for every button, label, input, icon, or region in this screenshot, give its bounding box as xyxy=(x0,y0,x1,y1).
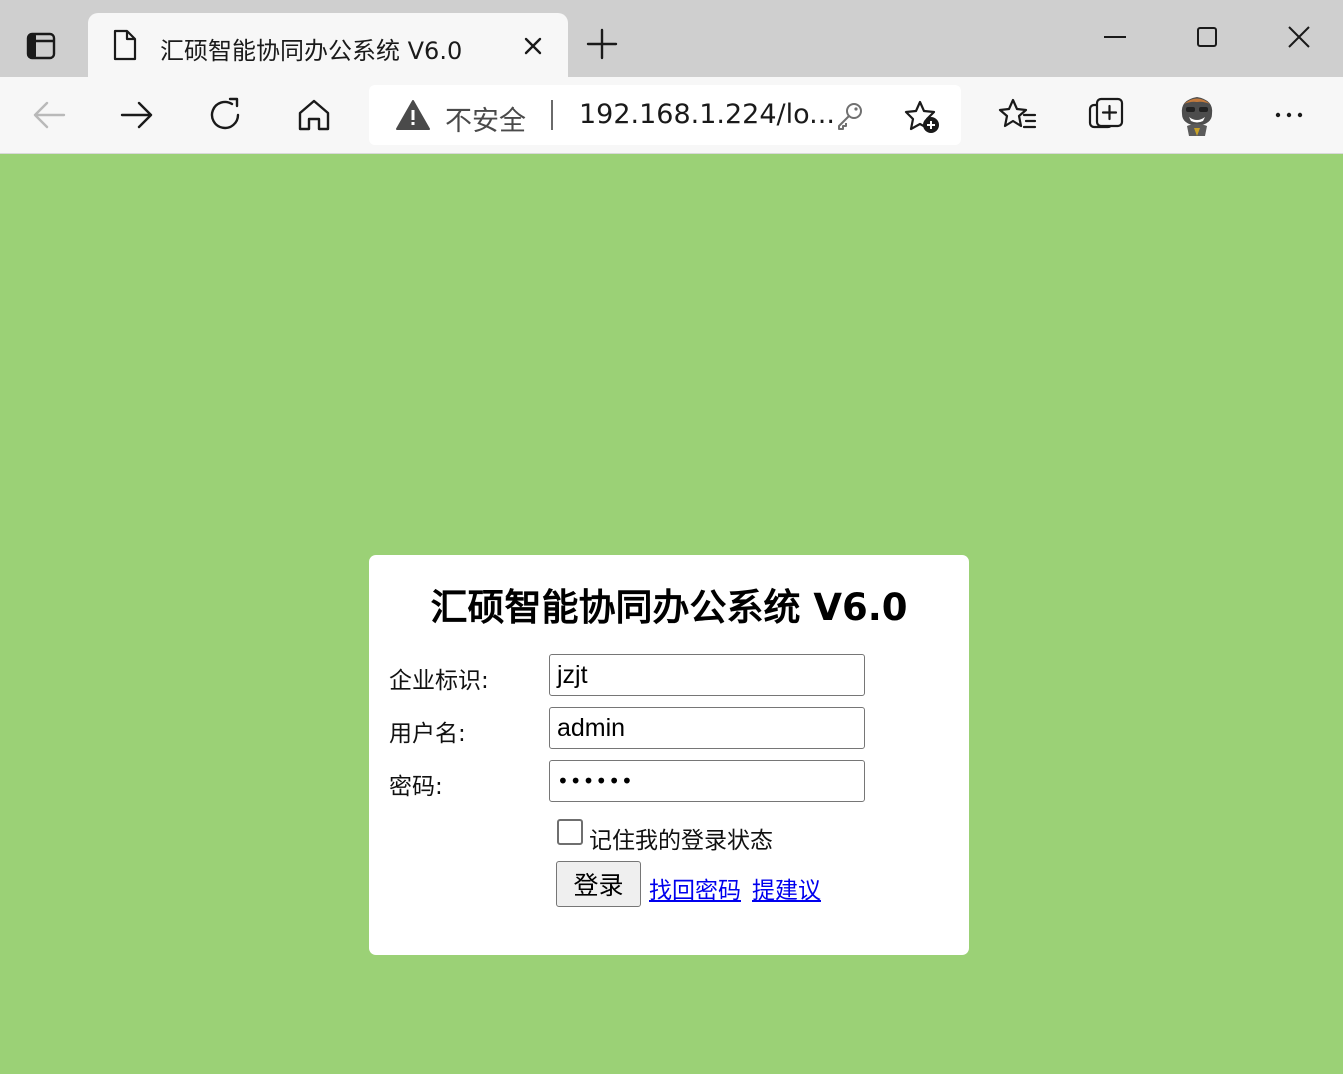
forgot-password-link[interactable]: 找回密码 xyxy=(649,871,741,905)
home-icon[interactable] xyxy=(294,95,334,139)
refresh-icon[interactable] xyxy=(206,95,246,139)
company-id-label: 企业标识: xyxy=(389,668,489,694)
close-tab-icon[interactable] xyxy=(520,33,546,63)
login-button[interactable]: 登录 xyxy=(556,861,641,907)
browser-toolbar: 不安全 192.168.1.224/lo... xyxy=(0,77,1343,154)
url-text[interactable]: 192.168.1.224/lo... xyxy=(579,99,835,130)
username-input[interactable]: admin xyxy=(549,707,865,749)
page-title: 汇硕智能协同办公系统 V6.0 xyxy=(430,586,908,629)
username-label: 用户名: xyxy=(389,721,466,747)
maximize-icon[interactable] xyxy=(1192,22,1222,56)
password-input[interactable]: •••••• xyxy=(549,760,865,802)
suggestion-link[interactable]: 提建议 xyxy=(752,871,821,905)
profile-avatar[interactable] xyxy=(1172,88,1222,138)
close-window-icon[interactable] xyxy=(1284,22,1314,56)
minimize-icon[interactable] xyxy=(1100,22,1130,56)
tab-strip: 汇硕智能协同办公系统 V6.0 xyxy=(0,0,1343,77)
forward-icon[interactable] xyxy=(118,95,156,139)
tab-actions-icon[interactable] xyxy=(22,30,58,60)
page-icon xyxy=(110,28,140,66)
security-status[interactable]: 不安全 xyxy=(445,99,526,138)
collections-icon[interactable] xyxy=(1086,95,1126,139)
warning-icon[interactable] xyxy=(395,99,431,135)
active-tab[interactable]: 汇硕智能协同办公系统 V6.0 xyxy=(88,13,568,77)
address-divider xyxy=(551,100,553,130)
password-label: 密码: xyxy=(389,774,443,800)
new-tab-icon[interactable] xyxy=(586,28,618,64)
remember-me-checkbox[interactable] xyxy=(557,819,583,845)
key-icon[interactable] xyxy=(835,101,865,135)
address-bar[interactable]: 不安全 192.168.1.224/lo... xyxy=(369,85,961,145)
login-card: 汇硕智能协同办公系统 V6.0 企业标识: jzjt 用户名: admin 密码… xyxy=(369,555,969,955)
add-favorite-icon[interactable] xyxy=(903,99,941,139)
remember-me-label[interactable]: 记住我的登录状态 xyxy=(589,821,773,855)
tab-title: 汇硕智能协同办公系统 V6.0 xyxy=(160,37,463,65)
back-icon[interactable] xyxy=(30,95,68,139)
company-id-input[interactable]: jzjt xyxy=(549,654,865,696)
favorites-icon[interactable] xyxy=(998,95,1038,139)
more-options-icon[interactable] xyxy=(1270,95,1310,139)
